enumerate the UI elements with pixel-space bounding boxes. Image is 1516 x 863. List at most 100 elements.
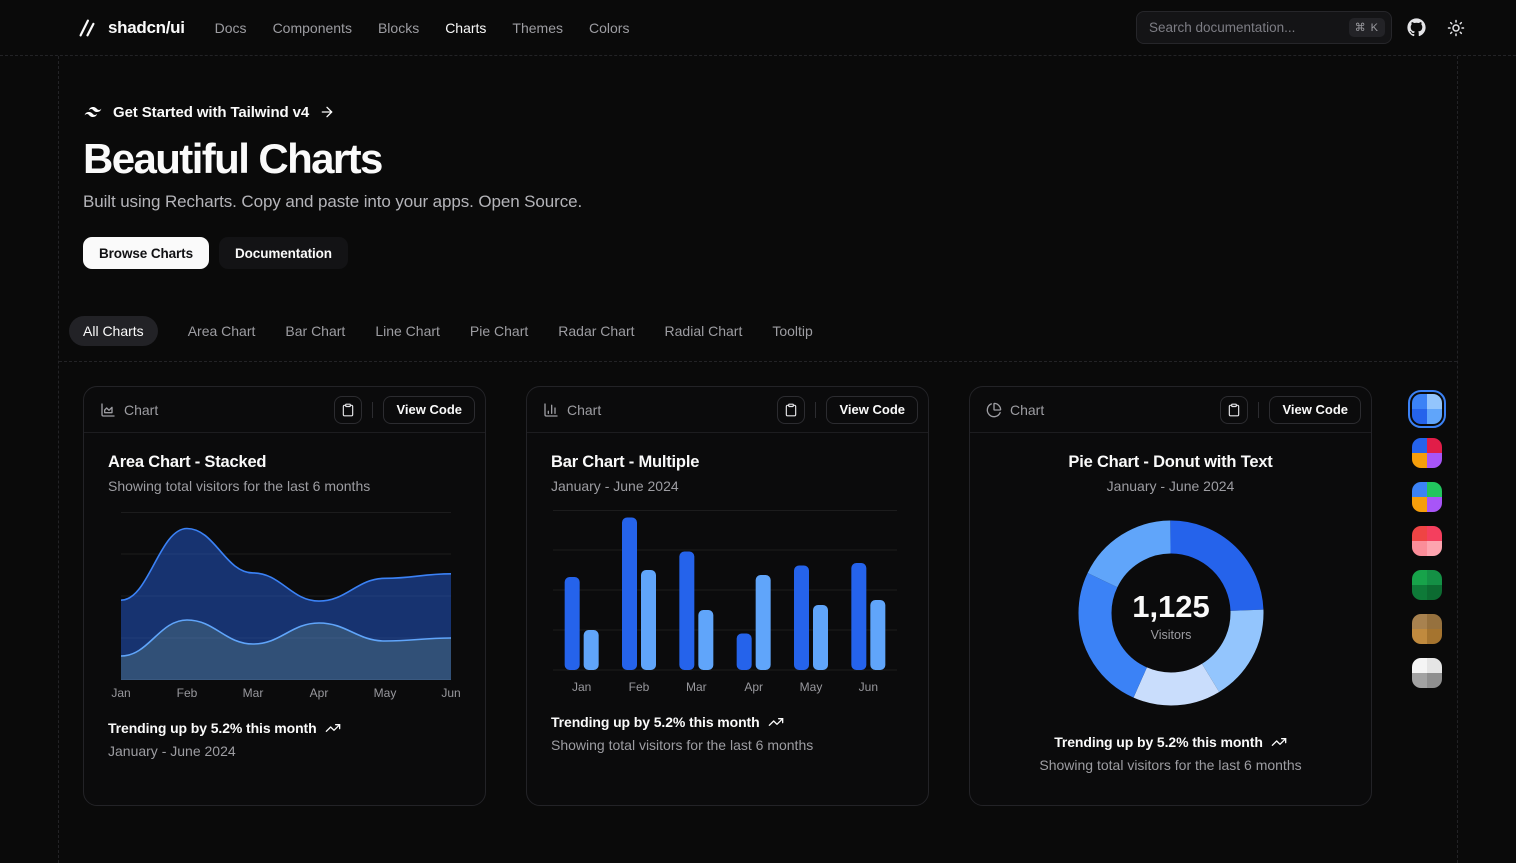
theme-swatch-amber[interactable] [1412, 614, 1442, 644]
tab-pie-chart[interactable]: Pie Chart [470, 323, 528, 339]
chart-card-subtitle: Showing total visitors for the last 6 mo… [108, 478, 461, 494]
x-tick-label: May [374, 686, 397, 700]
chart-type-tabs: All Charts Area Chart Bar Chart Line Chart P… [59, 301, 1457, 362]
copy-code-button[interactable] [1220, 396, 1248, 424]
toolbar-separator [815, 402, 816, 418]
theme-swatch-green[interactable] [1412, 570, 1442, 600]
nav-link-components[interactable]: Components [273, 20, 352, 36]
chart-card-title: Bar Chart - Multiple [551, 453, 904, 472]
swatch-quadrant [1412, 570, 1427, 585]
tab-bar-chart[interactable]: Bar Chart [285, 323, 345, 339]
card-toolbar: Chart View Code [527, 387, 928, 433]
nav-link-docs[interactable]: Docs [215, 20, 247, 36]
page-subtitle: Built using Recharts. Copy and paste int… [83, 192, 1433, 212]
x-tick-label: Apr [310, 686, 329, 700]
brand-logo[interactable]: shadcn/ui [76, 17, 185, 39]
area-chart-plot [121, 512, 451, 680]
trend-text: Trending up by 5.2% this month [1054, 734, 1263, 750]
pie-chart-icon [986, 402, 1002, 418]
tab-all-charts[interactable]: All Charts [69, 316, 158, 346]
nav-link-charts[interactable]: Charts [445, 20, 486, 36]
top-nav: shadcn/ui Docs Components Blocks Charts Them… [0, 0, 1516, 56]
theme-toggle-button[interactable] [1440, 12, 1472, 44]
area-chart-icon [100, 402, 116, 418]
swatch-quadrant [1427, 409, 1442, 424]
search-shortcut: ⌘ K [1349, 18, 1385, 37]
swatch-quadrant [1412, 482, 1427, 497]
swatch-quadrant [1427, 541, 1442, 556]
trend-text: Trending up by 5.2% this month [108, 720, 317, 736]
bar-chart-plot [553, 510, 897, 676]
clipboard-icon [341, 403, 355, 417]
clipboard-icon [784, 403, 798, 417]
swatch-quadrant [1427, 629, 1442, 644]
copy-code-button[interactable] [777, 396, 805, 424]
nav-link-blocks[interactable]: Blocks [378, 20, 419, 36]
swatch-quadrant [1427, 453, 1442, 468]
view-code-button[interactable]: View Code [383, 396, 475, 424]
view-code-button[interactable]: View Code [1269, 396, 1361, 424]
tab-radar-chart[interactable]: Radar Chart [558, 323, 634, 339]
clipboard-icon [1227, 403, 1241, 417]
swatch-quadrant [1412, 526, 1427, 541]
search-box[interactable]: ⌘ K [1136, 11, 1392, 44]
github-button[interactable] [1400, 12, 1432, 44]
swatch-quadrant [1427, 438, 1442, 453]
x-tick-label: Jun [441, 686, 460, 700]
card-toolbar: Chart View Code [970, 387, 1371, 433]
documentation-button[interactable]: Documentation [219, 237, 348, 269]
copy-code-button[interactable] [334, 396, 362, 424]
tailwind-banner-link[interactable]: Get Started with Tailwind v4 [83, 102, 1433, 122]
x-tick-label: Apr [744, 680, 763, 694]
tab-tooltip[interactable]: Tooltip [772, 323, 812, 339]
svg-text:Visitors: Visitors [1150, 628, 1191, 642]
donut-chart-plot: 1,125 Visitors [1076, 518, 1266, 708]
browse-charts-button[interactable]: Browse Charts [83, 237, 209, 269]
card-toolbar-label: Chart [124, 402, 158, 418]
x-tick-label: Jan [572, 680, 591, 694]
theme-swatch-column [1412, 386, 1442, 854]
nav-link-themes[interactable]: Themes [512, 20, 563, 36]
x-tick-label: Mar [243, 686, 264, 700]
tab-area-chart[interactable]: Area Chart [188, 323, 256, 339]
theme-swatch-vibrant[interactable] [1412, 482, 1442, 512]
swatch-quadrant [1427, 570, 1442, 585]
theme-swatch-red[interactable] [1412, 526, 1442, 556]
theme-swatch-mono[interactable] [1412, 658, 1442, 688]
search-input[interactable] [1149, 20, 1349, 35]
brand-name: shadcn/ui [108, 18, 185, 38]
swatch-quadrant [1427, 658, 1442, 673]
nav-links: Docs Components Blocks Charts Themes Colors [215, 20, 630, 36]
swatch-quadrant [1412, 394, 1427, 409]
card-toolbar-label: Chart [567, 402, 601, 418]
chart-card-subtitle: January - June 2024 [551, 478, 904, 494]
card-toolbar-label: Chart [1010, 402, 1044, 418]
swatch-quadrant [1412, 497, 1427, 512]
swatch-quadrant [1412, 658, 1427, 673]
tab-radial-chart[interactable]: Radial Chart [665, 323, 743, 339]
swatch-quadrant [1412, 614, 1427, 629]
view-code-button[interactable]: View Code [826, 396, 918, 424]
card-toolbar: Chart View Code [84, 387, 485, 433]
x-tick-label: Jun [859, 680, 878, 694]
chart-card-subtitle: January - June 2024 [994, 478, 1347, 494]
swatch-quadrant [1412, 453, 1427, 468]
trend-text: Trending up by 5.2% this month [551, 714, 760, 730]
swatch-quadrant [1427, 394, 1442, 409]
sun-icon [1447, 19, 1465, 37]
svg-text:1,125: 1,125 [1132, 589, 1210, 624]
footer-secondary-text: January - June 2024 [108, 743, 461, 759]
theme-swatch-default[interactable] [1412, 438, 1442, 468]
swatch-quadrant [1412, 629, 1427, 644]
charts-grid: Chart View Code Area Chart [59, 362, 1457, 854]
swatch-quadrant [1412, 585, 1427, 600]
x-tick-label: Jan [111, 686, 130, 700]
area-chart-x-axis: JanFebMarAprMayJun [121, 686, 451, 704]
page-title: Beautiful Charts [83, 135, 1433, 183]
toolbar-separator [372, 402, 373, 418]
tab-line-chart[interactable]: Line Chart [375, 323, 440, 339]
area-chart-card: Chart View Code Area Chart [83, 386, 486, 806]
nav-link-colors[interactable]: Colors [589, 20, 629, 36]
theme-swatch-blue[interactable] [1412, 394, 1442, 424]
pie-chart-card: Chart View Code Pie Chart - [969, 386, 1372, 806]
